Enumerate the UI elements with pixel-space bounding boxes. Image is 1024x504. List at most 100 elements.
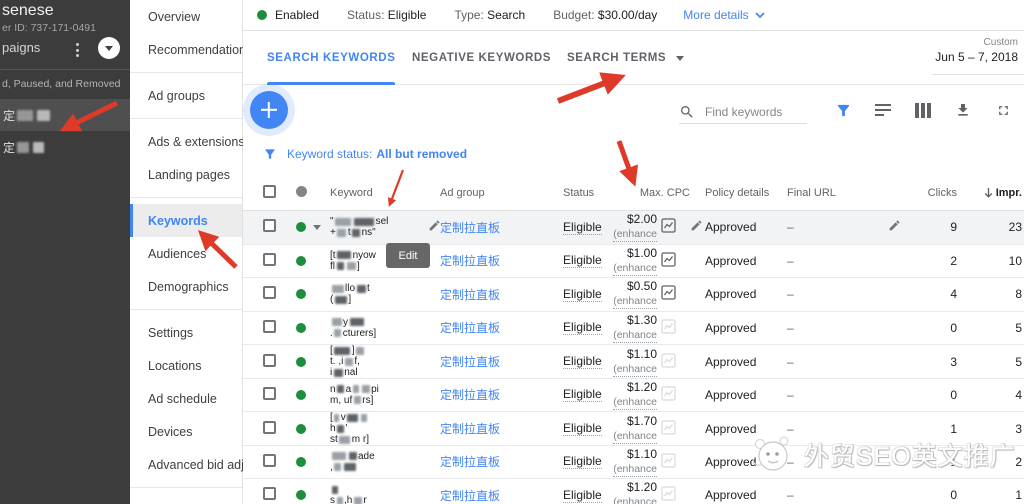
bid-simulator-icon[interactable] [657, 218, 690, 236]
date-range-selector[interactable]: Custom Jun 5 – 7, 2018 [935, 37, 1018, 64]
expand-icon[interactable] [993, 100, 1013, 120]
select-all-checkbox[interactable] [263, 185, 276, 198]
nav-item-ads-extensions[interactable]: Ads & extensions [130, 125, 242, 158]
column-header-final-url[interactable]: Final URL [787, 187, 888, 199]
collapse-panel-button[interactable] [98, 37, 120, 59]
row-checkbox[interactable] [263, 320, 276, 333]
column-header-impr[interactable]: Impr. [957, 187, 1022, 199]
row-checkbox[interactable] [263, 487, 276, 500]
row-checkbox[interactable] [263, 387, 276, 400]
ad-group-cell: 定制拉直板 [440, 319, 563, 336]
nav-item-overview[interactable]: Overview [130, 0, 242, 33]
ad-group-link[interactable]: 定制拉直板 [440, 288, 500, 302]
clicks-cell: 9 [903, 220, 957, 234]
row-checkbox[interactable] [263, 286, 276, 299]
nav-item-keywords[interactable]: Keywords [130, 204, 242, 237]
ad-group-link[interactable]: 定制拉直板 [440, 388, 500, 402]
keyword-status-cell [296, 390, 330, 400]
edit-row-pencil-icon[interactable] [888, 219, 903, 235]
row-checkbox[interactable] [263, 219, 276, 232]
policy-cell: Approved [705, 488, 787, 502]
bid-simulator-icon[interactable] [657, 386, 690, 404]
ad-group-link[interactable]: 定制拉直板 [440, 489, 500, 503]
bid-simulator-icon[interactable] [657, 453, 690, 471]
nav-item-locations[interactable]: Locations [130, 349, 242, 382]
ad-group-cell: 定制拉直板 [440, 386, 563, 403]
bid-simulator-icon[interactable] [657, 420, 690, 438]
bid-simulator-icon[interactable] [657, 486, 690, 504]
clicks-cell: 4 [903, 287, 957, 301]
filter-icon[interactable] [833, 100, 853, 120]
segment-icon[interactable] [873, 100, 893, 120]
row-checkbox-cell [263, 219, 296, 235]
nav-divider [130, 72, 242, 73]
ad-group-link[interactable]: 定制拉直板 [440, 221, 500, 235]
edit-cpc-pencil-icon[interactable] [690, 219, 705, 235]
column-header-policy-details[interactable]: Policy details [705, 187, 787, 199]
ad-group-link[interactable]: 定制拉直板 [440, 422, 500, 436]
find-keywords-input[interactable] [703, 104, 807, 120]
row-checkbox[interactable] [263, 253, 276, 266]
bid-simulator-icon[interactable] [657, 285, 690, 303]
nav-item-recommendations[interactable]: Recommendations [130, 33, 242, 66]
table-row: "sel+tns"定制拉直板Eligible$2.00(enhanceAppro… [243, 211, 1024, 245]
keywords-table: Keyword Ad group Status Max. CPC Policy … [243, 176, 1024, 504]
status-value: Eligible [388, 8, 427, 22]
keyword-status-cell [296, 490, 330, 500]
column-header-ad-group[interactable]: Ad group [440, 187, 563, 199]
impr-cell: 10 [957, 254, 1022, 268]
tab-negative-keywords[interactable]: NEGATIVE KEYWORDS [412, 31, 551, 85]
ad-group-link[interactable]: 定制拉直板 [440, 355, 500, 369]
ad-group-link[interactable]: 定制拉直板 [440, 254, 500, 268]
nav-item-demographics[interactable]: Demographics [130, 270, 242, 303]
row-checkbox[interactable] [263, 421, 276, 434]
clicks-cell: 1 [903, 422, 957, 436]
policy-cell: Approved [705, 388, 787, 402]
keyword-cell: napim, ufrs] [330, 384, 428, 406]
tab-search-keywords[interactable]: SEARCH KEYWORDS [267, 31, 395, 85]
keyword-status-filter[interactable]: Keyword status:All but removed [287, 147, 467, 161]
add-keyword-button[interactable] [250, 91, 288, 129]
policy-cell: Approved [705, 287, 787, 301]
column-header-max-cpc[interactable]: Max. CPC [613, 187, 690, 199]
overflow-menu-icon[interactable] [76, 43, 80, 59]
edit-tooltip: Edit [386, 243, 430, 268]
row-checkbox[interactable] [263, 354, 276, 367]
nav-item-ad-schedule[interactable]: Ad schedule [130, 382, 242, 415]
edit-keyword-pencil-icon[interactable] [428, 219, 440, 235]
column-header-clicks[interactable]: Clicks [903, 187, 957, 199]
tab-bar: SEARCH KEYWORDS NEGATIVE KEYWORDS SEARCH… [243, 31, 1024, 85]
status-enabled-dot [296, 256, 306, 266]
row-checkbox[interactable] [263, 454, 276, 467]
nav-item-audiences[interactable]: Audiences [130, 237, 242, 270]
row-checkbox-cell [263, 387, 296, 403]
columns-icon[interactable] [913, 100, 933, 120]
bid-simulator-icon[interactable] [657, 319, 690, 337]
bid-simulator-icon[interactable] [657, 252, 690, 270]
column-header-status[interactable]: Status [563, 187, 613, 199]
account-name: senese [2, 2, 54, 20]
nav-item-settings[interactable]: Settings [130, 316, 242, 349]
max-cpc-cell: $1.30(enhance [613, 313, 657, 343]
bid-simulator-icon[interactable] [657, 353, 690, 371]
nav-item-ad-groups[interactable]: Ad groups [130, 79, 242, 112]
ad-group-link[interactable]: 定制拉直板 [440, 455, 500, 469]
nav-item-advanced-bid-adj[interactable]: Advanced bid adj. [130, 448, 242, 481]
nav-item-devices[interactable]: Devices [130, 415, 242, 448]
active-filter-row: Keyword status:All but removed [243, 140, 1024, 168]
ad-group-link[interactable]: 定制拉直板 [440, 321, 500, 335]
status-dropdown-chevron[interactable] [313, 225, 321, 230]
campaign-item[interactable]: 定 [0, 131, 130, 163]
download-icon[interactable] [953, 100, 973, 120]
keyword-status-cell [296, 357, 330, 367]
more-details-link[interactable]: More details [683, 8, 764, 22]
status-enabled-dot [296, 222, 306, 232]
column-header-keyword[interactable]: Keyword [330, 187, 428, 199]
max-cpc-cell: $1.10(enhance [613, 447, 657, 477]
campaign-item[interactable]: 定 [0, 99, 130, 131]
status-enabled-dot [296, 490, 306, 500]
ad-group-cell: 定制拉直板 [440, 453, 563, 470]
row-checkbox-cell [263, 487, 296, 503]
nav-item-landing-pages[interactable]: Landing pages [130, 158, 242, 191]
tab-search-terms[interactable]: SEARCH TERMS [567, 31, 684, 85]
